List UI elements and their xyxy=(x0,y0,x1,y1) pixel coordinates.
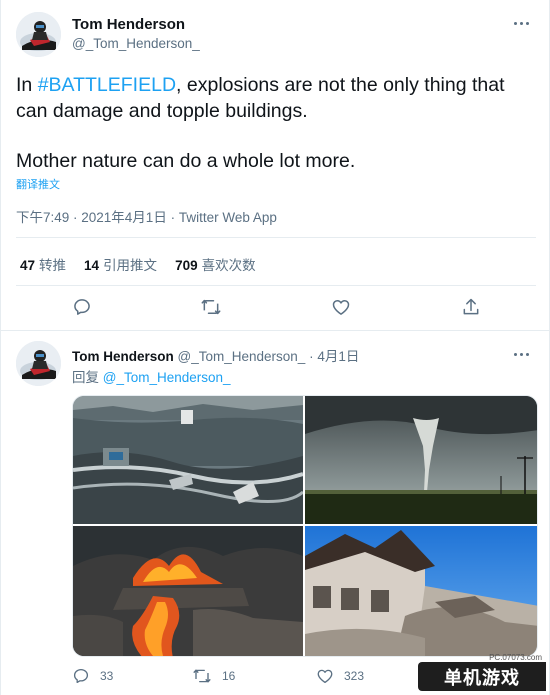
watermark-logo: 单机游戏 xyxy=(418,662,546,691)
divider xyxy=(16,285,536,286)
share-icon xyxy=(463,298,479,315)
media-gutter xyxy=(73,524,537,526)
reply-tweet[interactable]: Tom Henderson @_Tom_Henderson_ · 4月1日 回复… xyxy=(0,331,550,695)
reply-icon xyxy=(74,299,90,315)
retweet-icon xyxy=(193,669,211,683)
tsunami-image xyxy=(73,396,303,524)
reply-mention-link[interactable]: @_Tom_Henderson_ xyxy=(103,370,231,385)
quotes-count: 14 xyxy=(84,258,100,273)
building-image xyxy=(305,526,537,656)
retweet-button[interactable] xyxy=(197,293,225,321)
reply-header: Tom Henderson @_Tom_Henderson_ · 4月1日 xyxy=(72,345,359,365)
tweet-text-prefix: In xyxy=(16,74,38,96)
hashtag-link[interactable]: #BATTLEFIELD xyxy=(38,74,176,96)
site-watermark: PC.07073.com 单机游戏 xyxy=(418,653,546,691)
avatar-image xyxy=(16,12,61,57)
like-icon xyxy=(317,669,333,684)
retweet-count: 16 xyxy=(222,669,236,683)
tornado-image xyxy=(305,396,537,524)
like-count: 323 xyxy=(344,669,365,683)
reply-author-name[interactable]: Tom Henderson xyxy=(72,349,174,364)
more-dot-icon xyxy=(525,21,529,25)
volcano-image xyxy=(73,526,303,656)
tweet-text-line-1: In #BATTLEFIELD, explosions are not the … xyxy=(16,72,536,98)
meta-separator: · xyxy=(166,210,179,225)
like-icon xyxy=(332,300,350,315)
destroyed-building-photo[interactable] xyxy=(305,526,537,656)
media-grid xyxy=(72,395,538,657)
reply-button[interactable]: 33 xyxy=(72,667,113,685)
quotes-stat[interactable]: 14 引用推文 xyxy=(84,254,157,274)
author-name[interactable]: Tom Henderson xyxy=(72,16,185,33)
retweet-button[interactable]: 16 xyxy=(192,667,235,685)
tsunami-photo[interactable] xyxy=(73,396,303,524)
reply-author-handle[interactable]: @_Tom_Henderson_ xyxy=(178,349,306,364)
watermark-url: PC.07073.com xyxy=(489,653,542,662)
reply-count: 33 xyxy=(100,669,114,683)
likes-label: 喜欢次数 xyxy=(201,258,256,273)
reply-button[interactable] xyxy=(68,293,96,321)
tweet-stats: 47 转推 14 引用推文 709 喜欢次数 xyxy=(20,254,256,274)
share-button[interactable] xyxy=(457,293,485,321)
like-button[interactable]: 323 xyxy=(316,667,364,685)
reply-date[interactable]: 4月1日 xyxy=(317,349,359,364)
likes-stat[interactable]: 709 喜欢次数 xyxy=(175,254,256,274)
translate-tweet-link[interactable]: 翻译推文 xyxy=(16,176,60,192)
tweet-text-line-3: Mother nature can do a whole lot more. xyxy=(16,150,356,172)
tweet-source[interactable]: Twitter Web App xyxy=(179,210,277,225)
more-dot-icon xyxy=(525,352,529,356)
retweets-count: 47 xyxy=(20,258,36,273)
meta-separator: · xyxy=(305,349,318,364)
retweet-icon xyxy=(201,299,221,315)
replying-to: 回复 @_Tom_Henderson_ xyxy=(72,366,231,386)
more-options-button[interactable] xyxy=(510,345,532,363)
replying-to-label: 回复 xyxy=(72,370,103,385)
divider xyxy=(16,237,536,238)
avatar-image xyxy=(16,341,61,386)
more-dot-icon xyxy=(513,21,517,25)
retweets-stat[interactable]: 47 转推 xyxy=(20,254,66,274)
more-options-button[interactable] xyxy=(510,14,532,32)
reply-icon xyxy=(73,668,89,684)
more-dot-icon xyxy=(513,352,517,356)
more-dot-icon xyxy=(519,21,523,25)
tweet-meta: 下午7:49 · 2021年4月1日 · Twitter Web App xyxy=(16,206,277,226)
volcano-lava-photo[interactable] xyxy=(73,526,303,656)
quotes-label: 引用推文 xyxy=(103,258,158,273)
likes-count: 709 xyxy=(175,258,198,273)
tweet-text-rest: , explosions are not the only thing that xyxy=(176,74,505,96)
tweet-text: In #BATTLEFIELD, explosions are not the … xyxy=(16,72,536,174)
tornado-photo[interactable] xyxy=(305,396,537,524)
author-handle[interactable]: @_Tom_Henderson_ xyxy=(72,36,200,51)
tweet-actions xyxy=(0,293,550,321)
like-button[interactable] xyxy=(327,293,355,321)
avatar[interactable] xyxy=(16,12,61,57)
main-tweet: Tom Henderson @_Tom_Henderson_ In #BATTL… xyxy=(0,0,550,330)
tweet-text-line-2: can damage and topple buildings. xyxy=(16,100,308,122)
more-dot-icon xyxy=(519,352,523,356)
tweet-timestamp[interactable]: 下午7:49 · 2021年4月1日 xyxy=(16,210,167,225)
tweet-text-spacer xyxy=(16,124,536,148)
media-gutter xyxy=(303,396,305,656)
avatar[interactable] xyxy=(16,341,61,386)
retweets-label: 转推 xyxy=(39,258,67,273)
